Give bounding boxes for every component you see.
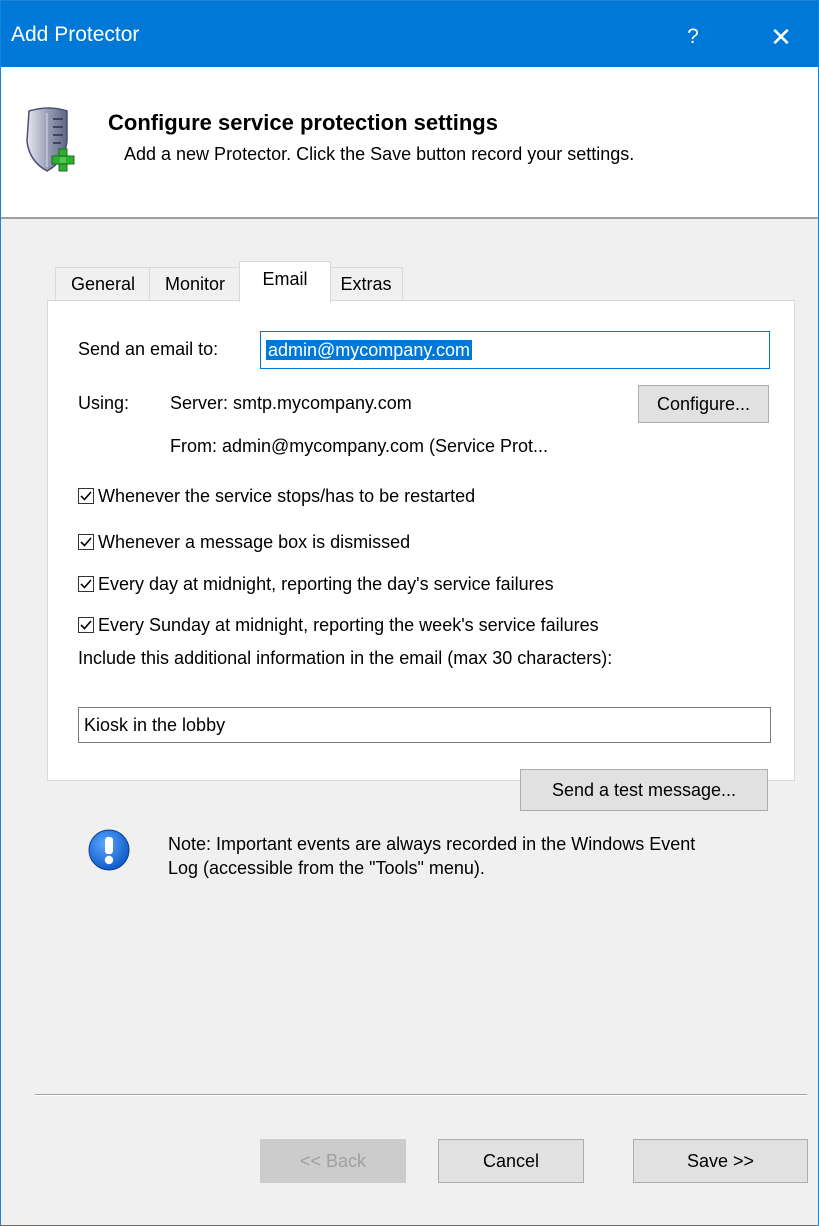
tab-monitor[interactable]: Monitor [149,267,241,301]
tab-monitor-label: Monitor [164,274,226,294]
send-test-message-button[interactable]: Send a test message... [520,769,768,811]
email-tab-panel: Send an email to: admin@mycompany.com Us… [47,300,795,878]
info-exclamation-icon [88,829,130,871]
send-to-label: Send an email to: [78,339,219,359]
header-title: Configure service protection settings [108,110,498,135]
tab-extras[interactable]: Extras [329,267,403,301]
server-text: Server: smtp.mycompany.com [170,393,412,413]
using-label: Using: [78,393,130,413]
header-subtitle: Add a new Protector. Click the Save butt… [124,144,635,164]
checkbox-label: Whenever a message box is dismissed [98,531,411,552]
checkbox-box[interactable] [78,488,94,504]
dialog-header: Configure service protection settings Ad… [1,67,818,219]
add-protector-dialog: Add Protector ? ✕ Configure service prot… [0,0,819,1226]
tab-general[interactable]: General [55,267,151,301]
checkbox-weekly-report[interactable]: Every Sunday at midnight, reporting the … [78,612,599,638]
send-to-input[interactable]: admin@mycompany.com [260,331,770,369]
shield-add-icon [26,107,75,172]
tab-extras-label: Extras [340,274,392,294]
additional-info-label: Include this additional information in t… [78,648,613,668]
help-button[interactable]: ? [673,17,713,57]
tab-email[interactable]: Email [239,261,331,302]
checkbox-daily-report[interactable]: Every day at midnight, reporting the day… [78,571,554,597]
window-title: Add Protector [11,23,140,46]
title-bar[interactable]: Add Protector ? ✕ [1,1,818,67]
tab-email-label: Email [262,269,308,289]
checkbox-label: Every day at midnight, reporting the day… [98,573,554,594]
checkbox-service-stops[interactable]: Whenever the service stops/has to be res… [78,483,475,509]
configure-button[interactable]: Configure... [638,385,769,423]
footer-separator-highlight [35,1095,807,1096]
checkbox-label: Whenever the service stops/has to be res… [98,485,476,506]
from-text: From: admin@mycompany.com (Service Prot.… [170,436,549,456]
checkbox-box[interactable] [78,617,94,633]
checkbox-box[interactable] [78,576,94,592]
additional-info-value: Kiosk in the lobby [84,715,226,735]
send-to-value: admin@mycompany.com [266,340,472,360]
tab-general-label: General [70,274,136,294]
note-text: Note: Important events are always record… [168,834,696,878]
additional-info-input[interactable]: Kiosk in the lobby [78,707,771,743]
checkbox-message-box-dismissed[interactable]: Whenever a message box is dismissed [78,529,410,555]
cancel-button[interactable]: Cancel [438,1139,584,1183]
save-button[interactable]: Save >> [633,1139,808,1183]
checkbox-label: Every Sunday at midnight, reporting the … [98,614,599,635]
close-button[interactable]: ✕ [759,15,803,59]
back-button[interactable]: << Back [260,1139,406,1183]
checkbox-box[interactable] [78,534,94,550]
